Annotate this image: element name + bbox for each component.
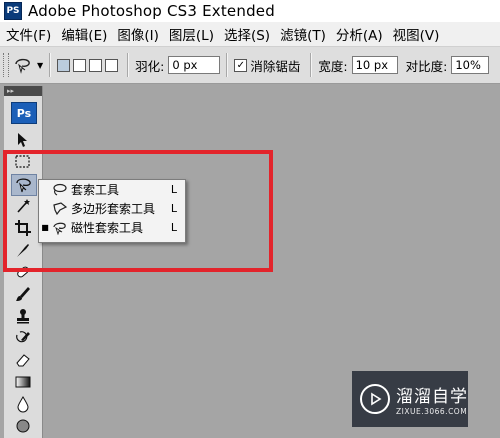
- play-logo-icon: [360, 384, 390, 414]
- width-input[interactable]: 10 px: [351, 56, 398, 74]
- menu-filter[interactable]: 滤镜(T): [275, 24, 331, 44]
- eraser-icon: [16, 354, 30, 367]
- toolbox-header[interactable]: ▸▸: [4, 86, 42, 96]
- eraser-tool[interactable]: [11, 350, 35, 370]
- divider: [127, 53, 130, 77]
- move-icon: [18, 133, 27, 147]
- menu-edit[interactable]: 编辑(E): [56, 24, 112, 44]
- menu-view[interactable]: 视图(V): [388, 24, 445, 44]
- history-brush-icon: [16, 331, 30, 343]
- watermark-url: ZIXUE.3066.COM: [396, 407, 468, 416]
- move-tool[interactable]: [11, 130, 35, 150]
- new-selection-button[interactable]: [57, 58, 71, 72]
- feather-label: 羽化:: [135, 58, 165, 74]
- divider: [226, 53, 229, 77]
- dodge-icon: [16, 419, 30, 433]
- subtract-from-selection-button[interactable]: [89, 58, 103, 72]
- gradient-tool[interactable]: [11, 372, 35, 392]
- menu-file[interactable]: 文件(F): [0, 24, 56, 44]
- width-label: 宽度:: [318, 58, 348, 74]
- menu-bar: 文件(F) 编辑(E) 图像(I) 图层(L) 选择(S) 滤镜(T) 分析(A…: [0, 22, 500, 47]
- title-bar: PS Adobe Photoshop CS3 Extended: [0, 0, 500, 22]
- stamp-icon: [17, 309, 29, 324]
- watermark-text: 溜溜自学 ZIXUE.3066.COM: [396, 382, 468, 416]
- antialias-checkbox[interactable]: ✓: [234, 58, 248, 72]
- add-to-selection-button[interactable]: [73, 58, 87, 72]
- dodge-tool[interactable]: [11, 416, 35, 436]
- highlight-annotation-box: [3, 150, 273, 272]
- window-title: Adobe Photoshop CS3 Extended: [28, 2, 275, 20]
- menu-select[interactable]: 选择(S): [219, 24, 275, 44]
- watermark: 溜溜自学 ZIXUE.3066.COM: [352, 371, 468, 427]
- clone-stamp-tool[interactable]: [11, 306, 35, 326]
- tool-preset-picker[interactable]: ▼: [13, 56, 43, 74]
- gradient-icon: [15, 376, 31, 388]
- brush-icon: [16, 287, 30, 301]
- blur-drop-icon: [17, 396, 29, 413]
- intersect-selection-button[interactable]: [105, 58, 119, 72]
- options-bar: ▼ 羽化: 0 px ✓ 消除锯齿 宽度: 10 px 对比度: 10%: [0, 47, 500, 84]
- app-icon: PS: [4, 2, 22, 20]
- watermark-name: 溜溜自学: [396, 387, 468, 407]
- divider: [49, 53, 52, 77]
- blur-tool[interactable]: [11, 394, 35, 414]
- menu-layer[interactable]: 图层(L): [164, 24, 219, 44]
- chevron-down-icon: ▼: [37, 60, 44, 70]
- divider: [310, 53, 313, 77]
- menu-analysis[interactable]: 分析(A): [331, 24, 388, 44]
- magnetic-lasso-icon: [15, 58, 30, 74]
- brush-tool[interactable]: [11, 284, 35, 304]
- history-brush-tool[interactable]: [11, 328, 35, 348]
- photoshop-badge[interactable]: Ps: [11, 102, 37, 124]
- antialias-label: 消除锯齿: [250, 58, 301, 74]
- contrast-label: 对比度:: [405, 58, 448, 74]
- feather-input[interactable]: 0 px: [168, 56, 221, 74]
- options-bar-grip[interactable]: [3, 53, 9, 77]
- contrast-input[interactable]: 10%: [451, 56, 490, 74]
- menu-image[interactable]: 图像(I): [112, 24, 164, 44]
